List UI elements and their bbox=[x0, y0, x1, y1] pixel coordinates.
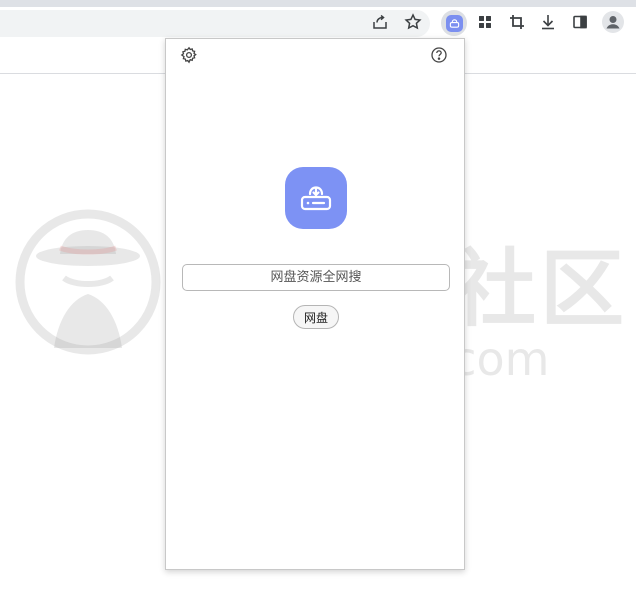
profile-icon[interactable] bbox=[602, 11, 624, 33]
search-field[interactable] bbox=[182, 264, 450, 291]
cloud-drive-logo-icon bbox=[285, 167, 347, 229]
settings-gear-icon[interactable] bbox=[180, 46, 198, 64]
watermark-hat-logo bbox=[15, 209, 161, 355]
download-icon[interactable] bbox=[538, 12, 558, 32]
browser-toolbar bbox=[0, 7, 636, 38]
extension-popup: 网盘 bbox=[165, 38, 465, 570]
netdisk-search-button[interactable]: 网盘 bbox=[293, 305, 339, 329]
crop-icon[interactable] bbox=[507, 12, 527, 32]
browser-tab-strip bbox=[0, 0, 636, 7]
extensions-puzzle-icon[interactable] bbox=[475, 12, 495, 32]
side-panel-icon[interactable] bbox=[570, 12, 590, 32]
bookmark-star-icon[interactable] bbox=[403, 12, 423, 32]
extension-netdisk-button[interactable] bbox=[441, 10, 467, 36]
share-icon[interactable] bbox=[370, 12, 390, 32]
extension-netdisk-icon bbox=[445, 14, 463, 32]
search-input[interactable] bbox=[183, 265, 449, 290]
address-bar[interactable] bbox=[0, 10, 430, 37]
help-icon[interactable] bbox=[430, 46, 448, 64]
